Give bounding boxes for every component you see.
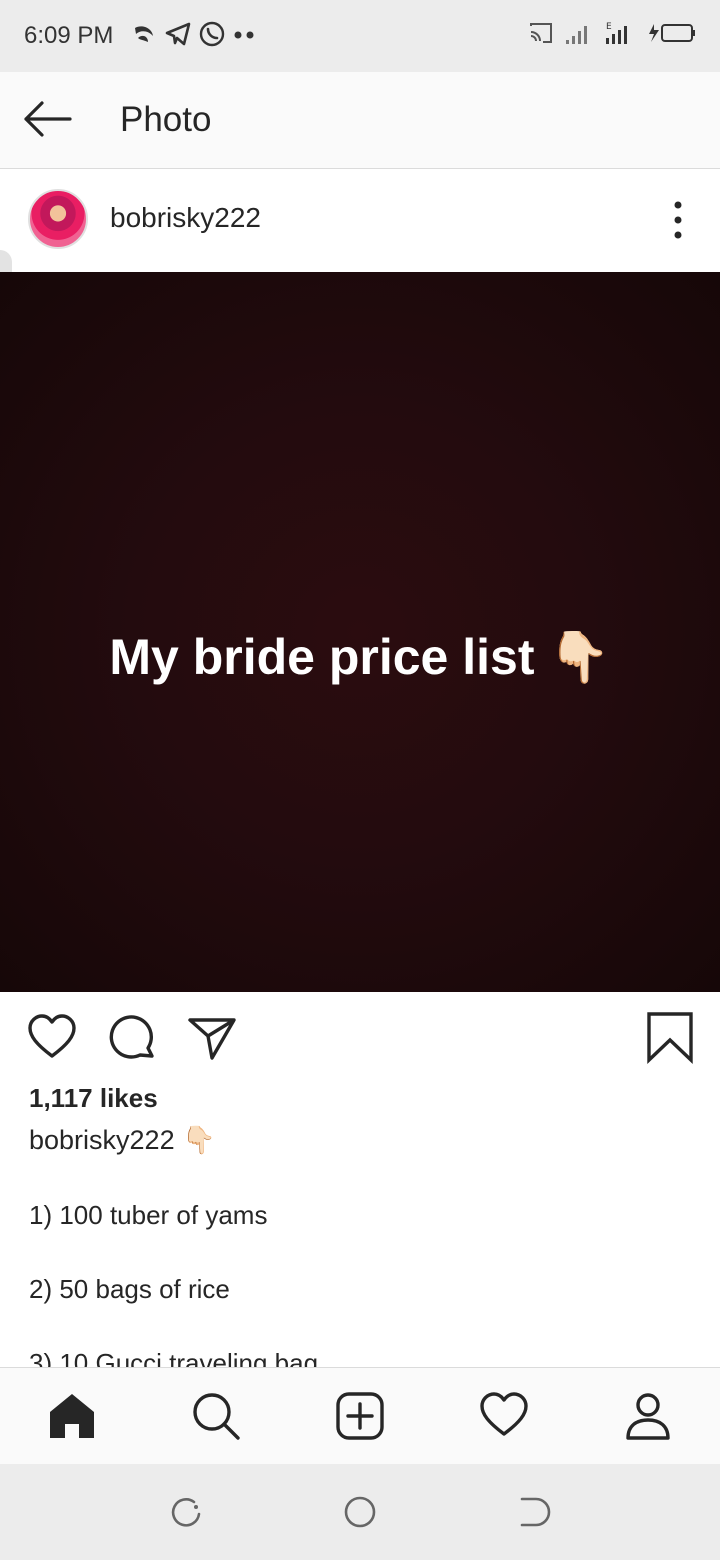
- bookmark-icon[interactable]: [644, 1012, 696, 1064]
- status-time: 6:09 PM: [24, 22, 114, 49]
- post-username[interactable]: bobrisky222: [110, 202, 261, 234]
- status-right-icons: E: [528, 20, 698, 46]
- whatsapp-icon: [199, 21, 225, 47]
- profile-icon[interactable]: [622, 1390, 674, 1442]
- comment-icon[interactable]: [106, 1012, 158, 1064]
- activity-heart-icon[interactable]: [478, 1390, 530, 1442]
- home-icon[interactable]: [46, 1390, 98, 1442]
- home-button-icon[interactable]: [342, 1494, 378, 1530]
- caption-line-1: 1) 100 tuber of yams: [29, 1200, 268, 1230]
- status-app-icons: [130, 20, 258, 48]
- more-options-icon[interactable]: [666, 198, 690, 242]
- signal-app-icon: [135, 26, 153, 42]
- signal-bars-e-icon: E: [606, 22, 627, 44]
- share-icon[interactable]: [186, 1012, 238, 1064]
- telegram-icon: [165, 22, 191, 46]
- bottom-navigation: [0, 1367, 720, 1464]
- heart-icon[interactable]: [26, 1012, 78, 1064]
- signal-bars-icon: [566, 26, 587, 44]
- more-notifications-icon: [234, 31, 254, 39]
- avatar[interactable]: [28, 189, 88, 249]
- post-actions: [0, 992, 720, 1082]
- top-app-bar: Photo: [0, 72, 720, 169]
- battery-charging-icon: [649, 24, 695, 42]
- post-photo[interactable]: My bride price list 👇🏻: [0, 272, 720, 992]
- photo-caption-text: My bride price list 👇🏻: [109, 629, 611, 685]
- caption-username: bobrisky222 👇🏻: [29, 1125, 216, 1155]
- caption-line-3: 3) 10 Gucci traveling bag: [29, 1348, 319, 1367]
- cast-icon: [530, 23, 552, 43]
- search-icon[interactable]: [190, 1390, 242, 1442]
- add-post-icon[interactable]: [334, 1390, 386, 1442]
- back-button-icon[interactable]: [516, 1494, 552, 1530]
- arrow-left-icon[interactable]: [18, 94, 78, 144]
- likes-count[interactable]: 1,117 likes: [29, 1083, 158, 1114]
- status-bar: 6:09 PM E: [0, 0, 720, 72]
- system-navigation-bar: [0, 1464, 720, 1560]
- svg-text:E: E: [606, 22, 612, 32]
- page-title: Photo: [120, 100, 212, 139]
- post-header: bobrisky222: [0, 170, 720, 272]
- recents-icon[interactable]: [168, 1494, 204, 1530]
- caption-line-2: 2) 50 bags of rice: [29, 1274, 230, 1304]
